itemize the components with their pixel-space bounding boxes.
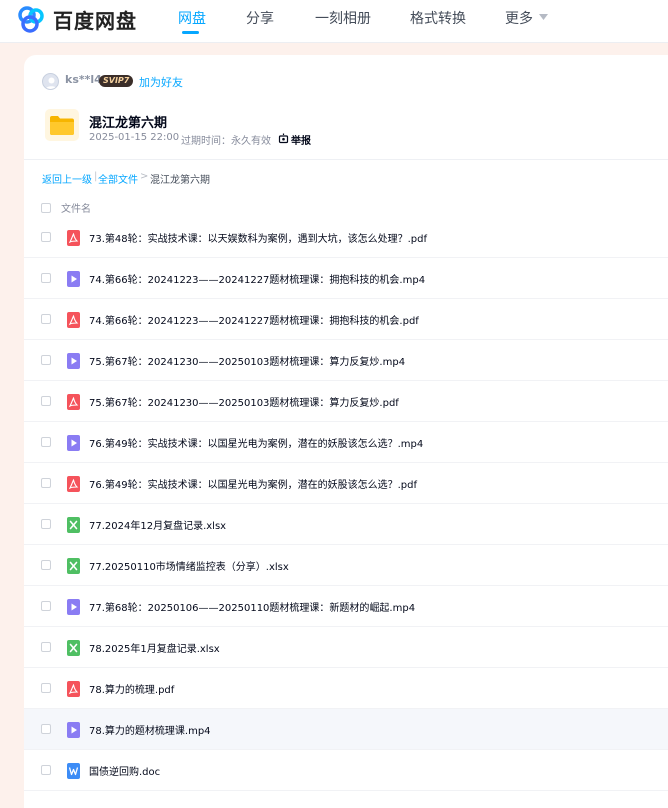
file-checkbox[interactable] [41, 232, 51, 242]
file-checkbox[interactable] [41, 478, 51, 488]
file-row[interactable]: 77.20250110市场情绪监控表（分享）.xlsx [24, 545, 668, 586]
file-row[interactable]: 78.算力的梳理.pdf [24, 668, 668, 709]
file-name[interactable]: 77.20250110市场情绪监控表（分享）.xlsx [89, 558, 289, 573]
file-list: 73.第48轮：实战技术课：以天娱数科为案例，遇到大坑，该怎么处理？.pdf 74… [24, 217, 668, 808]
video-icon [67, 353, 80, 369]
file-checkbox[interactable] [41, 519, 51, 529]
file-name[interactable]: 78.算力的梳理.pdf [89, 681, 174, 696]
file-row[interactable]: 76.第49轮：实战技术课：以国星光电为案例，潜在的妖股该怎么选？.pdf [24, 463, 668, 504]
video-icon [67, 435, 80, 451]
file-checkbox[interactable] [41, 683, 51, 693]
video-icon [67, 599, 80, 615]
file-row[interactable]: 74.第66轮：20241223——20241227题材梳理课：拥抱科技的机会.… [24, 258, 668, 299]
file-name[interactable]: 75.第67轮：20241230——20250103题材梳理课：算力反复炒.pd… [89, 394, 399, 409]
file-name[interactable]: 国债逆回购.doc [89, 763, 160, 778]
pdf-icon [67, 394, 80, 410]
add-friend-link[interactable]: 加为好友 [139, 74, 183, 90]
breadcrumb-current: 混江龙第六期 [150, 175, 210, 186]
excel-icon [67, 558, 80, 574]
file-name[interactable]: 78.2025年1月复盘记录.xlsx [89, 640, 220, 655]
file-checkbox[interactable] [41, 642, 51, 652]
file-checkbox[interactable] [41, 601, 51, 611]
top-nav: 百度网盘 网盘 分享 一刻相册 格式转换 更多 [0, 0, 668, 43]
file-name[interactable]: 74.第66轮：20241223——20241227题材梳理课：拥抱科技的机会.… [89, 312, 419, 327]
user-avatar-icon [45, 77, 58, 89]
nav-active-indicator [182, 31, 199, 34]
file-checkbox[interactable] [41, 560, 51, 570]
file-checkbox[interactable] [41, 355, 51, 365]
file-name[interactable]: 73.第48轮：实战技术课：以天娱数科为案例，遇到大坑，该怎么处理？.pdf [89, 230, 427, 245]
file-checkbox[interactable] [41, 724, 51, 734]
file-row[interactable]: 73.第48轮：实战技术课：以天娱数科为案例，遇到大坑，该怎么处理？.pdf [24, 217, 668, 258]
file-name[interactable]: 77.第68轮：20250106——20250110题材梳理课：新题材的崛起.m… [89, 599, 415, 614]
nav-tab-netdisk[interactable]: 网盘 [178, 8, 206, 28]
share-folder-title: 混江龙第六期 [89, 116, 168, 131]
file-row[interactable]: 78.算力的题材梳理课.mp4 [24, 709, 668, 750]
file-name[interactable]: 75.第67轮：20241230——20250103题材梳理课：算力反复炒.mp… [89, 353, 405, 368]
file-name[interactable]: 76.第49轮：实战技术课：以国星光电为案例，潜在的妖股该怎么选？.pdf [89, 476, 417, 491]
sharer-username[interactable]: ks**l4 [65, 73, 102, 86]
share-date: 2025-01-15 22:00 [89, 132, 180, 143]
video-icon [67, 722, 80, 738]
file-checkbox[interactable] [41, 437, 51, 447]
file-name[interactable]: 78.算力的题材梳理课.mp4 [89, 722, 211, 737]
file-name[interactable]: 77.2024年12月复盘记录.xlsx [89, 517, 226, 532]
pdf-icon [67, 681, 80, 697]
file-row[interactable]: 76.第49轮：实战技术课：以国星光电为案例，潜在的妖股该怎么选？.mp4 [24, 422, 668, 463]
file-checkbox[interactable] [41, 396, 51, 406]
folder-icon [45, 109, 79, 141]
file-row[interactable]: 78.2025年1月复盘记录.xlsx [24, 627, 668, 668]
file-name[interactable]: 74.第66轮：20241223——20241227题材梳理课：拥抱科技的机会.… [89, 271, 425, 286]
nav-tab-more[interactable]: 更多 [505, 8, 533, 28]
breadcrumb-back[interactable]: 返回上一级 [42, 171, 92, 186]
brand-name[interactable]: 百度网盘 [53, 5, 137, 34]
breadcrumb-separator: | [94, 171, 98, 182]
baidu-netdisk-logo-icon[interactable] [16, 4, 46, 34]
pdf-icon [67, 230, 80, 246]
report-link[interactable]: 举报 [291, 132, 311, 147]
file-row[interactable]: 74.第66轮：20241223——20241227题材梳理课：拥抱科技的机会.… [24, 299, 668, 340]
report-icon[interactable] [278, 133, 289, 144]
file-row[interactable]: 77.第68轮：20250106——20250110题材梳理课：新题材的崛起.m… [24, 586, 668, 627]
chevron-down-icon[interactable] [539, 14, 548, 20]
file-row[interactable]: 77.2024年12月复盘记录.xlsx [24, 504, 668, 545]
excel-icon [67, 517, 80, 533]
avatar[interactable] [42, 73, 59, 90]
svip-badge: SVIP7 [99, 75, 134, 87]
file-checkbox[interactable] [41, 273, 51, 283]
divider [24, 159, 668, 160]
excel-icon [67, 640, 80, 656]
nav-tab-share[interactable]: 分享 [246, 8, 274, 28]
file-row[interactable]: 75.第67轮：20241230——20250103题材梳理课：算力反复炒.pd… [24, 381, 668, 422]
word-icon [67, 763, 80, 779]
share-card: ks**l4 SVIP7 加为好友 混江龙第六期 2025-01-15 22:0… [24, 55, 668, 808]
pdf-icon [67, 476, 80, 492]
file-checkbox[interactable] [41, 765, 51, 775]
column-header-filename[interactable]: 文件名 [61, 200, 91, 215]
expire-time: 过期时间：永久有效 [181, 136, 271, 147]
nav-tab-format-convert[interactable]: 格式转换 [410, 8, 466, 28]
breadcrumb-all-files[interactable]: 全部文件 [98, 171, 138, 186]
file-row[interactable]: 国债逆回购.doc [24, 750, 668, 791]
nav-tab-moment-album[interactable]: 一刻相册 [315, 8, 371, 28]
file-row[interactable]: 75.第67轮：20241230——20250103题材梳理课：算力反复炒.mp… [24, 340, 668, 381]
breadcrumb-arrow: > [140, 171, 149, 182]
pdf-icon [67, 312, 80, 328]
file-name[interactable]: 76.第49轮：实战技术课：以国星光电为案例，潜在的妖股该怎么选？.mp4 [89, 435, 423, 450]
video-icon [67, 271, 80, 287]
select-all-checkbox[interactable] [41, 203, 51, 213]
file-checkbox[interactable] [41, 314, 51, 324]
